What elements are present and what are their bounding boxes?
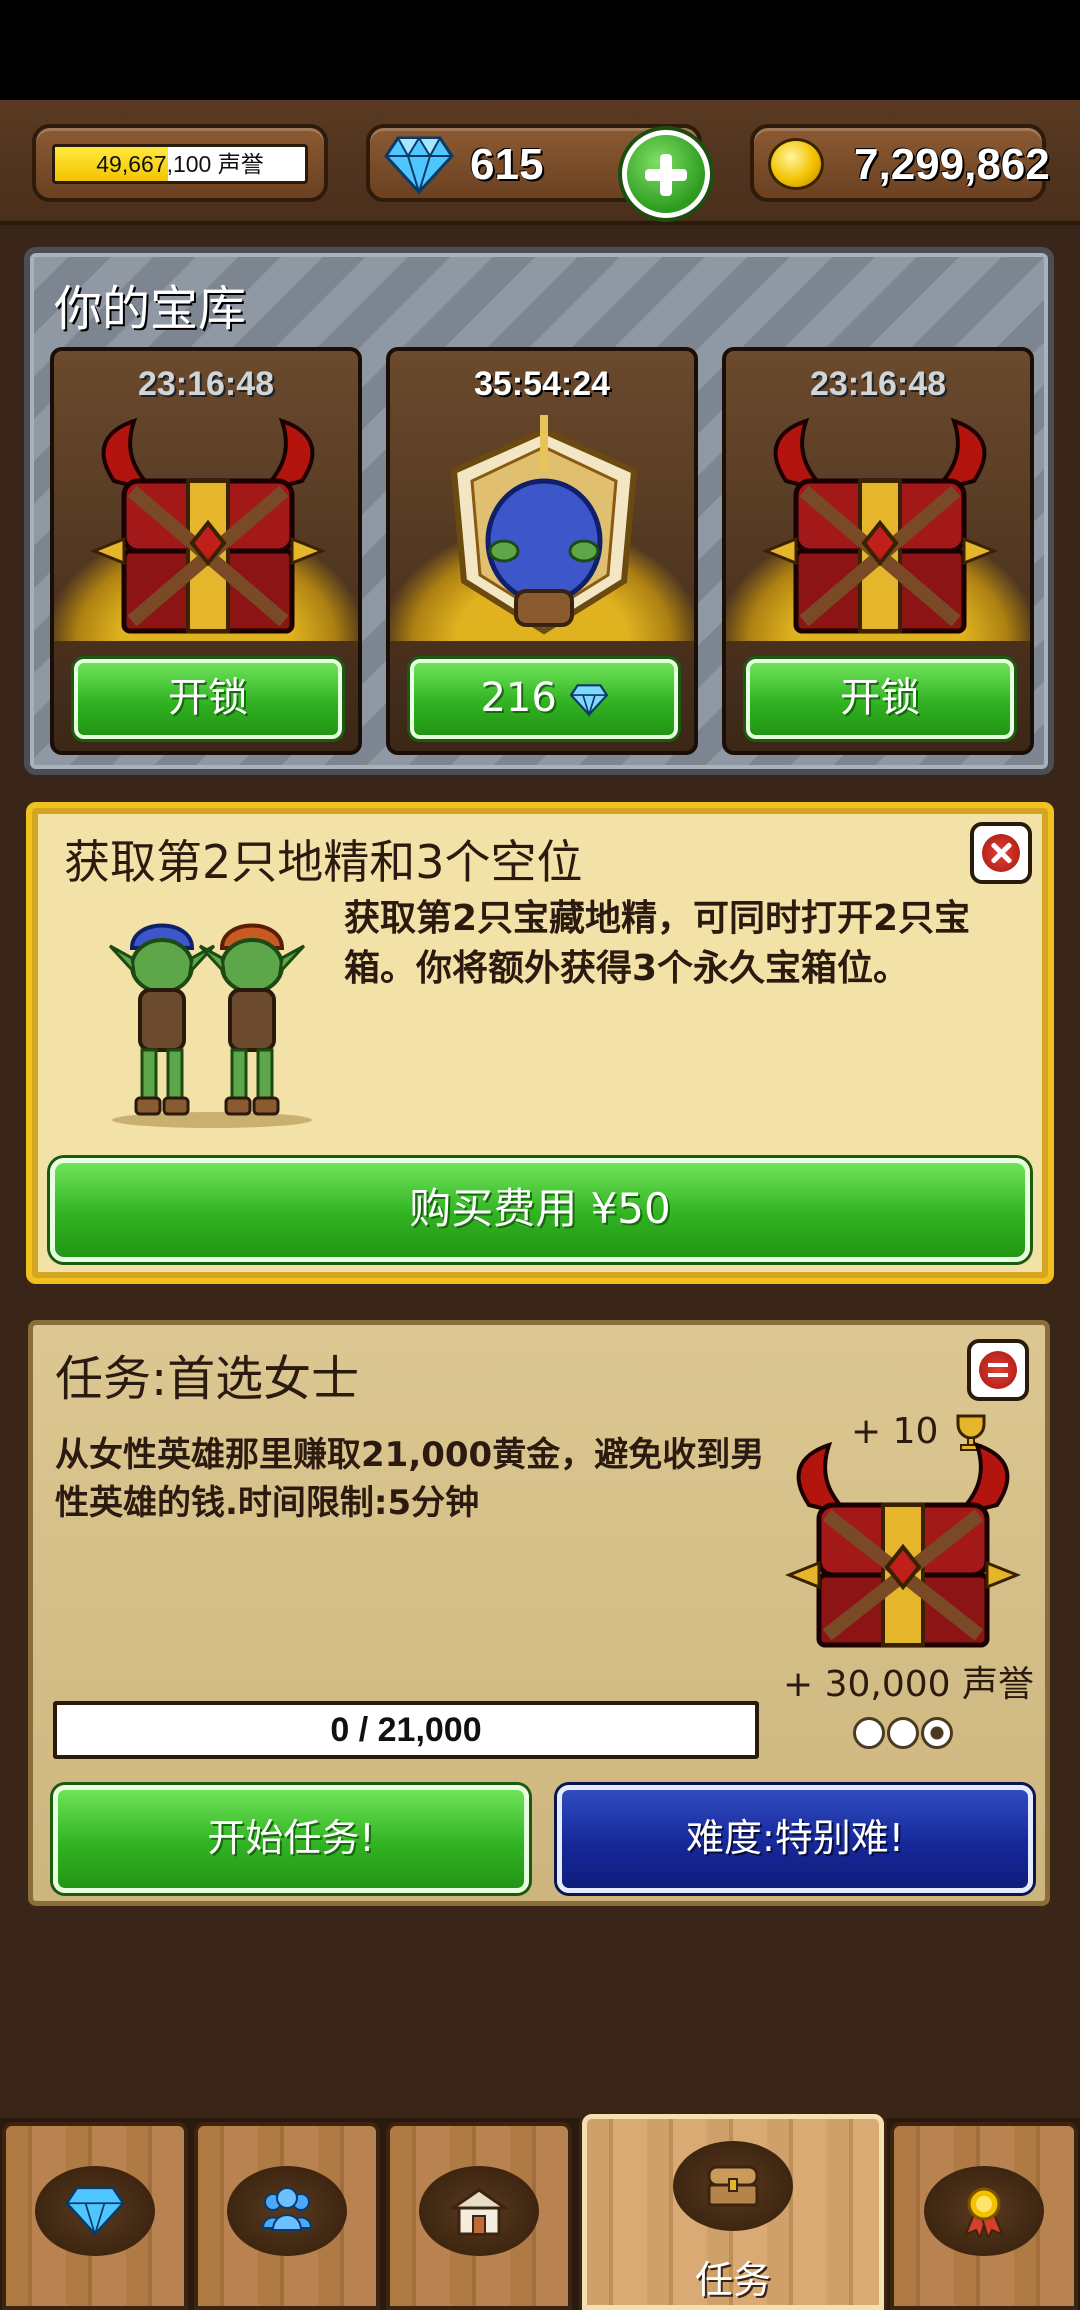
buy-button[interactable]: 购买费用 ¥50 bbox=[50, 1158, 1030, 1262]
offer-title: 获取第2只地精和3个空位 bbox=[64, 835, 583, 889]
gold-count: 7,299,862 bbox=[854, 140, 1050, 189]
reputation-reward: + 30,000 声誉 bbox=[783, 1664, 1035, 1705]
unlock-button[interactable]: 开锁 bbox=[746, 659, 1014, 739]
tab-achievements[interactable] bbox=[890, 2122, 1078, 2310]
gem-count: 615 bbox=[470, 140, 544, 189]
unlock-button[interactable]: 开锁 bbox=[74, 659, 342, 739]
difficulty-dot bbox=[887, 1717, 919, 1749]
add-gems-button[interactable] bbox=[622, 130, 710, 218]
shop-icon bbox=[449, 2188, 509, 2236]
vault-slot-1[interactable]: 23:16:48 开锁 bbox=[50, 347, 362, 755]
reputation-text: 49,667,100 声誉 bbox=[96, 151, 264, 177]
difficulty-dot bbox=[921, 1717, 953, 1749]
quest-list-button[interactable] bbox=[967, 1339, 1029, 1401]
difficulty-button[interactable]: 难度:特别难! bbox=[557, 1785, 1033, 1893]
quest-panel: 任务:首选女士 从女性英雄那里赚取21,000黄金，避免收到男性英雄的钱.时间限… bbox=[28, 1320, 1050, 1906]
diamond-icon bbox=[569, 684, 608, 718]
bottom-nav: 任务 bbox=[0, 2114, 1080, 2310]
diamond-icon bbox=[65, 2186, 125, 2238]
tab-quests-label: 任务 bbox=[694, 2258, 771, 2302]
scroll-icon bbox=[979, 1351, 1017, 1389]
quest-progress-bar: 0 / 21,000 bbox=[53, 1701, 759, 1759]
gold-coin-icon bbox=[768, 138, 824, 190]
vault-title: 你的宝库 bbox=[54, 281, 247, 337]
gold-display: 7,299,862 bbox=[750, 124, 1050, 202]
tab-shop[interactable] bbox=[386, 2122, 572, 2310]
diamond-icon bbox=[384, 136, 454, 196]
difficulty-indicator bbox=[853, 1717, 955, 1749]
slot-timer: 23:16:48 bbox=[137, 365, 275, 403]
speedup-cost: 216 bbox=[480, 675, 557, 721]
slot-timer: 23:16:48 bbox=[809, 365, 947, 403]
quest-progress-text: 0 / 21,000 bbox=[330, 1711, 482, 1749]
goblin-offer-panel: 获取第2只地精和3个空位 获取第2只宝藏地精，可同时打开2只宝箱。你将额外获得3… bbox=[26, 802, 1054, 1284]
tab-gems[interactable] bbox=[2, 2122, 188, 2310]
horned-chest-icon bbox=[89, 417, 327, 634]
chest-icon bbox=[707, 2165, 759, 2207]
goblins-icon bbox=[108, 923, 312, 1128]
vault-slot-3[interactable]: 23:16:48 开锁 bbox=[722, 347, 1034, 755]
quest-description: 从女性英雄那里赚取21,000黄金，避免收到男性英雄的钱.时间限制:5分钟 bbox=[55, 1435, 765, 1523]
vault-slot-2[interactable]: 35:54:24 216 bbox=[386, 347, 698, 755]
horned-chest-icon bbox=[761, 417, 999, 634]
top-hud: 49,667,100 声誉 615 7,299,862 bbox=[0, 100, 1080, 225]
speedup-button[interactable]: 216 bbox=[410, 659, 678, 739]
close-button[interactable] bbox=[970, 822, 1032, 884]
heroes-icon bbox=[261, 2187, 313, 2231]
reputation-display: 49,667,100 声誉 bbox=[32, 124, 328, 202]
goblin-shield-icon bbox=[450, 415, 638, 635]
status-bar bbox=[0, 0, 1080, 100]
start-quest-button[interactable]: 开始任务! bbox=[53, 1785, 529, 1893]
slot-timer: 35:54:24 bbox=[473, 365, 611, 403]
vault-panel: 你的宝库 23:16:48 开锁 35:54:24 216 23:16:48 开… bbox=[24, 247, 1054, 775]
reward-chest-icon bbox=[784, 1441, 1022, 1648]
reputation-bar: 49,667,100 声誉 bbox=[52, 144, 308, 184]
medal-icon bbox=[964, 2187, 1004, 2238]
quest-title: 任务:首选女士 bbox=[55, 1351, 360, 1407]
close-icon bbox=[982, 834, 1020, 872]
difficulty-dot bbox=[853, 1717, 885, 1749]
offer-description: 获取第2只宝藏地精，可同时打开2只宝箱。你将额外获得3个永久宝箱位。 bbox=[344, 898, 971, 989]
tab-quests[interactable]: 任务 bbox=[582, 2114, 884, 2310]
tab-heroes[interactable] bbox=[194, 2122, 380, 2310]
gem-display: 615 bbox=[366, 124, 710, 218]
